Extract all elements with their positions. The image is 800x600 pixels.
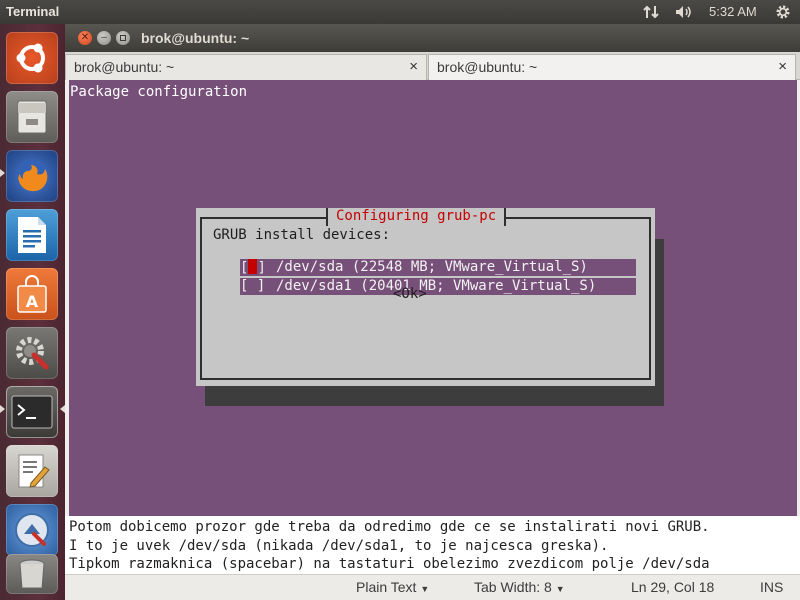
ok-button[interactable]: <Ok> <box>393 286 427 302</box>
terminal-window: ✕ – brok@ubuntu: ~ brok@ubuntu: ~ × brok… <box>65 24 800 600</box>
launcher-item-ubuntu-dash[interactable] <box>6 32 58 84</box>
cursor-position: Ln 29, Col 18 <box>631 579 715 595</box>
launcher-item-firefox[interactable] <box>6 150 58 202</box>
chevron-down-icon: ▼ <box>420 584 430 594</box>
device-checkbox[interactable]: [] <box>240 259 266 276</box>
active-app-name: Terminal <box>6 4 60 19</box>
close-window-button[interactable]: ✕ <box>78 31 92 45</box>
launcher-item-files[interactable] <box>6 91 58 143</box>
dialog-title: Configuring grub-pc <box>326 208 507 226</box>
trash-icon <box>19 559 45 589</box>
dialog-prompt: GRUB install devices: <box>213 227 391 243</box>
text-line: Tipkom razmaknica (spacebar) na tastatur… <box>69 556 710 572</box>
tab-terminal-2[interactable]: brok@ubuntu: ~ × <box>428 54 796 80</box>
insert-mode-indicator: INS <box>760 579 784 595</box>
tab-close-icon[interactable]: × <box>778 58 787 75</box>
launcher-item-update-manager[interactable] <box>6 504 58 556</box>
text-line: Potom dobicemo prozor gde treba da odred… <box>69 519 710 535</box>
launcher-item-trash[interactable] <box>6 554 58 594</box>
close-icon: ✕ <box>80 32 90 43</box>
tab-terminal-1[interactable]: brok@ubuntu: ~ × <box>65 54 427 80</box>
window-titlebar[interactable]: ✕ – brok@ubuntu: ~ <box>65 24 800 52</box>
device-option-sda1[interactable]: [ ] /dev/sda1 (20401 MB; VMware_Virtual_… <box>240 278 636 295</box>
launcher-item-terminal[interactable] <box>6 386 58 438</box>
tab-label: brok@ubuntu: ~ <box>437 59 538 75</box>
text-editor-icon <box>18 454 50 488</box>
device-label: /dev/sda (22548 MB; VMware_Virtual_S) <box>276 259 588 275</box>
device-option-sda[interactable]: [] /dev/sda (22548 MB; VMware_Virtual_S) <box>240 259 636 276</box>
terminal-icon <box>11 395 53 429</box>
maximize-icon <box>120 35 126 41</box>
launcher: A <box>0 24 65 600</box>
ubuntu-logo-icon <box>16 43 45 73</box>
clock[interactable]: 5:32 AM <box>709 4 757 19</box>
shopping-bag-icon: A <box>17 275 47 313</box>
grub-config-dialog: Configuring grub-pc GRUB install devices… <box>196 208 655 386</box>
document-icon <box>18 217 46 253</box>
tab-width-dropdown[interactable]: Tab Width: 8 ▼ <box>474 579 565 595</box>
svg-text:A: A <box>26 292 39 311</box>
network-icon[interactable] <box>642 3 660 21</box>
launcher-item-system-settings[interactable] <box>6 327 58 379</box>
device-checkbox[interactable]: [ ] <box>240 278 265 294</box>
tab-close-icon[interactable]: × <box>409 58 418 75</box>
device-label: /dev/sda1 (20401 MB; VMware_Virtual_S) <box>276 278 597 294</box>
package-configuration-heading: Package configuration <box>70 84 248 100</box>
maximize-window-button[interactable] <box>116 31 130 45</box>
update-icon <box>15 513 49 547</box>
tab-label: brok@ubuntu: ~ <box>74 59 175 75</box>
settings-wrench-icon <box>16 337 49 370</box>
editor-text-area[interactable]: Potom dobicemo prozor gde treba da odred… <box>65 516 800 574</box>
window-title: brok@ubuntu: ~ <box>141 30 250 46</box>
launcher-item-text-editor[interactable] <box>6 445 58 497</box>
tab-bar: brok@ubuntu: ~ × brok@ubuntu: ~ × <box>65 52 800 80</box>
minimize-icon: – <box>101 32 107 43</box>
firefox-icon <box>15 159 49 193</box>
minimize-window-button[interactable]: – <box>97 31 111 45</box>
gear-icon[interactable] <box>774 3 792 21</box>
top-panel: Terminal 5:32 AM <box>0 0 800 24</box>
editor-statusbar: Plain Text ▼ Tab Width: 8 ▼ Ln 29, Col 1… <box>65 574 800 600</box>
file-cabinet-icon <box>17 100 47 134</box>
chevron-down-icon: ▼ <box>555 584 565 594</box>
volume-icon[interactable] <box>673 3 695 21</box>
launcher-item-software-center[interactable]: A <box>6 268 58 320</box>
text-line: I to je uvek /dev/sda (nikada /dev/sda1,… <box>69 538 609 554</box>
syntax-mode-dropdown[interactable]: Plain Text ▼ <box>356 579 429 595</box>
terminal-screen[interactable]: Package configuration Configuring grub-p… <box>69 80 797 516</box>
launcher-item-libreoffice-writer[interactable] <box>6 209 58 261</box>
